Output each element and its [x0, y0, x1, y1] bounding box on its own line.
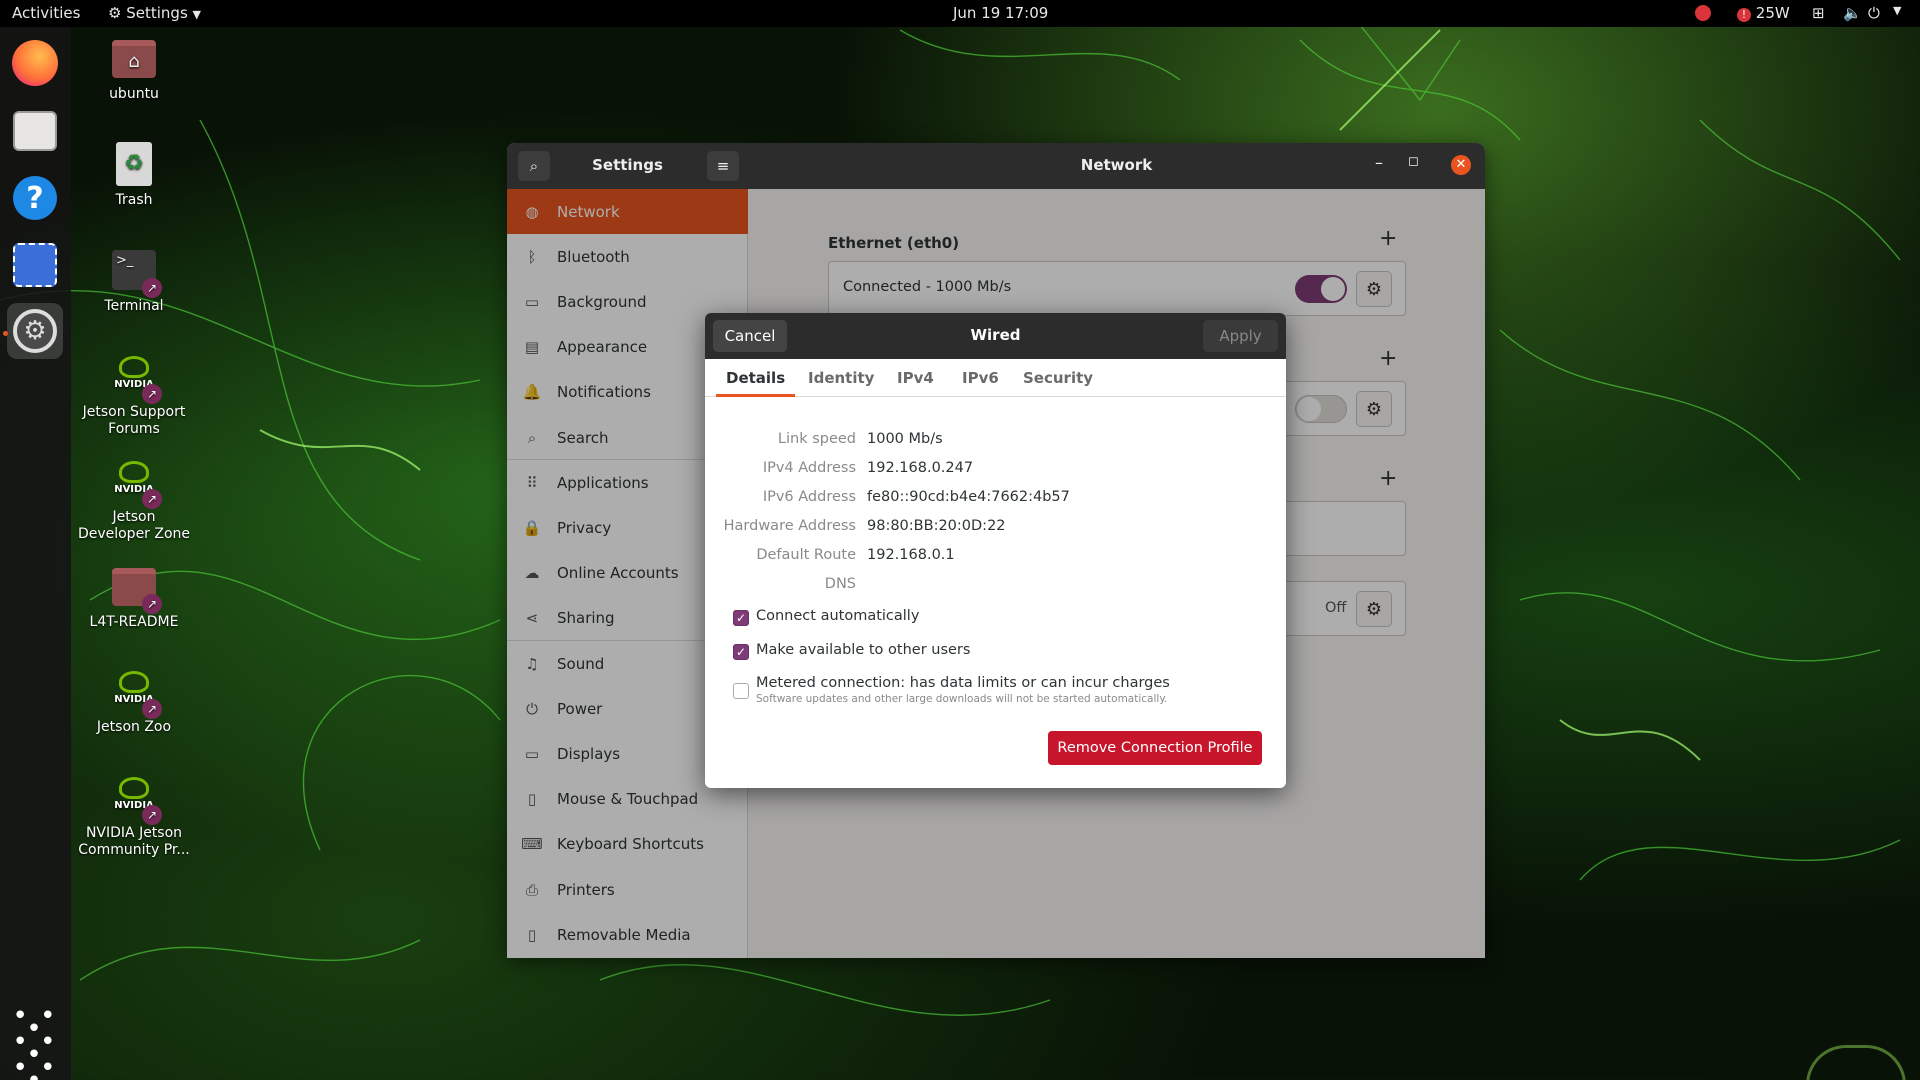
desktop-icon-label: Jetson Zoo — [96, 719, 172, 735]
nvidia-icon: NVIDIA ↗ — [110, 667, 162, 719]
desktop-icon[interactable]: NVIDIA ↗ NVIDIA Jetson Community Pr... — [74, 773, 194, 859]
detail-row: Link speed 1000 Mb/s — [705, 427, 1286, 453]
metered-sublabel: Software updates and other large downloa… — [756, 693, 1168, 705]
link-arrow-icon: ↗ — [142, 278, 162, 298]
desktop-icon[interactable]: NVIDIA ↗ Jetson Zoo — [74, 667, 194, 736]
detail-value: 98:80:BB:20:0D:22 — [867, 518, 1006, 534]
dock: ? ⚙ • • •• • •• • • — [0, 27, 71, 1080]
close-icon: ✕ — [1455, 157, 1467, 172]
desktop-icon[interactable]: >_ ↗ Terminal — [74, 246, 194, 315]
detail-label: IPv6 Address — [762, 489, 856, 505]
folder-icon: ↗ — [110, 562, 162, 614]
desktop-icon[interactable]: NVIDIA ↗ Jetson Support Forums — [74, 352, 194, 438]
detail-label: IPv4 Address — [762, 460, 856, 476]
detail-value: 192.168.0.247 — [867, 460, 974, 476]
gear-icon: ⚙ — [108, 4, 122, 22]
link-arrow-icon: ↗ — [142, 805, 162, 825]
desktop-icon-label: L4T-README — [89, 614, 179, 630]
desktop-icon-label: Terminal — [104, 298, 164, 314]
detail-row: IPv6 Address fe80::90cd:b4e4:7662:4b57 — [705, 485, 1286, 511]
chevron-down-icon: ▼ — [192, 8, 202, 21]
detail-label: Link speed — [777, 431, 856, 447]
top-bar: Activities ⚙ Settings ▼ Jun 19 17:09 ! 2… — [0, 0, 1920, 27]
link-arrow-icon: ↗ — [142, 699, 162, 719]
window-titlebar: ⌕ Settings ≡ Network – ◻ ✕ — [507, 143, 1485, 189]
dialog-title: Wired — [970, 326, 1021, 344]
detail-value: 1000 Mb/s — [867, 431, 943, 447]
desktop-icon-label: NVIDIA Jetson Community Pr... — [78, 825, 190, 858]
nvidia-icon: NVIDIA ↗ — [110, 352, 162, 404]
nvidia-icon: NVIDIA ↗ — [110, 773, 162, 825]
available-to-others-label: Make available to other users — [756, 642, 971, 658]
minimize-button[interactable]: – — [1375, 153, 1383, 172]
hamburger-icon: ≡ — [716, 157, 730, 175]
activities-button[interactable]: Activities — [12, 4, 80, 22]
power-menu-icon[interactable]: ⏻ — [1868, 4, 1880, 22]
running-indicator — [3, 331, 8, 336]
network-icon[interactable]: ⊞ — [1812, 4, 1825, 22]
available-to-others-checkbox[interactable]: ✓ — [733, 644, 749, 660]
detail-row: Default Route 192.168.0.1 — [705, 543, 1286, 569]
clock[interactable]: Jun 19 17:09 — [953, 4, 1048, 22]
power-label: 25W — [1755, 4, 1790, 22]
desktop-icon[interactable]: ♻ Trash — [74, 140, 194, 209]
link-arrow-icon: ↗ — [142, 384, 162, 404]
connect-automatically-checkbox[interactable]: ✓ — [733, 610, 749, 626]
tab-ipv4[interactable]: IPv4 — [897, 359, 934, 397]
desktop-icon-label: ubuntu — [109, 86, 159, 102]
show-applications-icon[interactable]: • • •• • •• • • — [7, 1003, 63, 1080]
wired-dialog: Cancel Wired Apply Details Identity IPv4 IP… — [705, 313, 1286, 788]
volume-icon[interactable]: 🔈 — [1843, 4, 1862, 22]
detail-row: IPv4 Address 192.168.0.247 — [705, 456, 1286, 482]
home-folder-icon: ⌂ — [110, 34, 158, 82]
metered-checkbox[interactable] — [733, 683, 749, 699]
link-arrow-icon: ↗ — [142, 594, 162, 614]
tab-identity[interactable]: Identity — [808, 359, 874, 397]
tab-details[interactable]: Details — [715, 359, 796, 397]
screenshot-icon[interactable] — [7, 237, 63, 293]
connect-automatically-label: Connect automatically — [756, 608, 920, 624]
detail-value: 192.168.0.1 — [867, 547, 955, 563]
metered-label: Metered connection: has data limits or c… — [756, 675, 1170, 691]
maximize-button[interactable]: ◻ — [1408, 154, 1419, 169]
remove-connection-button[interactable]: Remove Connection Profile — [1048, 731, 1262, 765]
close-button[interactable]: ✕ — [1451, 155, 1471, 175]
files-icon[interactable] — [7, 103, 63, 159]
detail-row: Hardware Address 98:80:BB:20:0D:22 — [705, 514, 1286, 540]
desktop-icon[interactable]: ⌂ ubuntu — [74, 34, 194, 103]
warning-icon: ! — [1737, 8, 1751, 22]
tab-security[interactable]: Security — [1023, 359, 1093, 397]
link-arrow-icon: ↗ — [142, 489, 162, 509]
settings-app-icon[interactable]: ⚙ — [7, 303, 63, 359]
detail-row: DNS — [705, 572, 1286, 598]
desktop-icon[interactable]: ↗ L4T-README — [74, 562, 194, 631]
nvidia-icon: NVIDIA ↗ — [110, 457, 162, 509]
help-icon[interactable]: ? — [7, 170, 63, 226]
desktop-icon-label: Jetson Support Forums — [82, 404, 186, 437]
hamburger-menu-button[interactable]: ≡ — [707, 151, 739, 181]
desktop-icon[interactable]: NVIDIA ↗ Jetson Developer Zone — [74, 457, 194, 543]
do-not-disturb-icon[interactable] — [1695, 5, 1711, 21]
app-menu-label: Settings — [126, 4, 188, 22]
trash-icon: ♻ — [110, 140, 158, 188]
power-indicator[interactable]: ! 25W — [1737, 4, 1790, 22]
system-menu-chevron-icon[interactable]: ▼ — [1893, 4, 1901, 17]
app-menu[interactable]: ⚙ Settings ▼ — [108, 4, 201, 22]
detail-label: DNS — [824, 576, 856, 592]
firefox-icon[interactable] — [7, 35, 63, 91]
dialog-header: Cancel Wired Apply — [705, 313, 1286, 359]
desktop-icon-label: Jetson Developer Zone — [77, 509, 191, 542]
detail-label: Default Route — [756, 547, 856, 563]
terminal-icon: >_ ↗ — [110, 246, 162, 298]
desktop-icon-label: Trash — [115, 192, 153, 208]
detail-label: Hardware Address — [723, 518, 856, 534]
detail-value: fe80::90cd:b4e4:7662:4b57 — [867, 489, 1070, 505]
apply-button[interactable]: Apply — [1203, 320, 1278, 352]
dialog-tabs: Details Identity IPv4 IPv6 Security — [705, 359, 1286, 397]
tab-ipv6[interactable]: IPv6 — [962, 359, 999, 397]
